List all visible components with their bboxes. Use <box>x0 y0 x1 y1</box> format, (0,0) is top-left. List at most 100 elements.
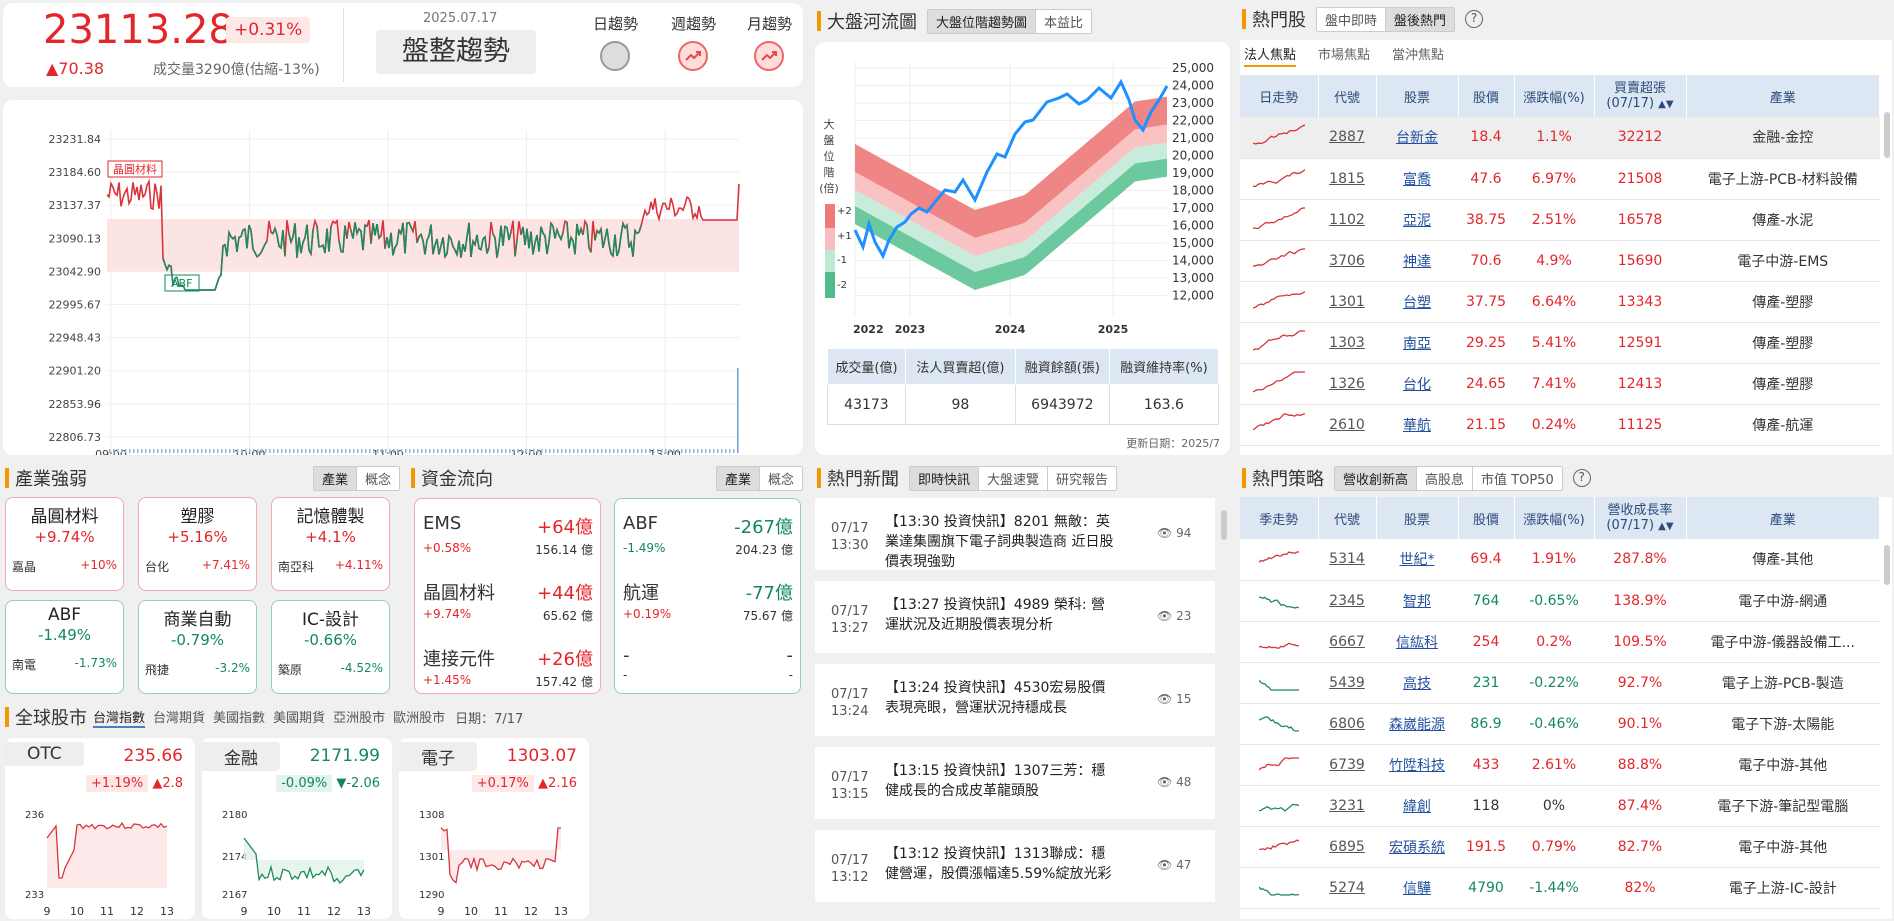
global-tab[interactable]: 亞洲股市 <box>333 707 385 728</box>
leader-stock[interactable]: 南電 <box>12 656 36 673</box>
leader-stock[interactable]: 築原 <box>278 661 302 678</box>
sort-icon[interactable]: ▲▼ <box>1658 521 1673 532</box>
news-headline[interactable]: 【13:24 投資快訊】4530宏易股價表現亮眼，營運狀況持穩成長 <box>885 678 1115 718</box>
tab-news-market[interactable]: 大盤速覽 <box>978 466 1048 490</box>
stock-code[interactable]: 1102 <box>1318 199 1376 241</box>
news-headline[interactable]: 【13:30 投資快訊】8201 無敵：英業達集團旗下電子詞典製造商 近日股價表… <box>885 512 1115 572</box>
stock-name[interactable]: 信驊 <box>1376 867 1458 909</box>
stock-name[interactable]: 宏碩系統 <box>1376 826 1458 868</box>
stock-code[interactable]: 5274 <box>1318 867 1376 909</box>
table-row[interactable]: 1326 台化 24.65 7.41% 12413 傳產-塑膠 <box>1240 363 1880 405</box>
tab-river-pe[interactable]: 本益比 <box>1035 9 1092 33</box>
stock-code[interactable]: 6895 <box>1318 826 1376 868</box>
global-index-card[interactable]: OTC 235.66 +1.19% ▲2.8 236 233 9 10 11 12 13 <box>5 738 195 919</box>
stock-name[interactable]: 神達 <box>1376 240 1458 282</box>
stock-name[interactable]: 緯創 <box>1376 785 1458 827</box>
subtab-institution[interactable]: 法人焦點 <box>1244 44 1297 67</box>
stock-name[interactable]: 信紘科 <box>1376 621 1458 663</box>
table-row[interactable]: 5274 信驊 4790 -1.44% 82% 電子上游-IC-設計 <box>1240 867 1880 909</box>
help-icon[interactable]: ? <box>1572 469 1591 487</box>
stock-name[interactable]: 世紀* <box>1376 539 1458 581</box>
industry-card[interactable]: 商業自動 -0.79% 飛捷 -3.2% <box>138 600 257 694</box>
table-row[interactable]: 2345 智邦 764 -0.65% 138.9% 電子中游-網通 <box>1240 580 1880 622</box>
table-row[interactable]: 6739 竹陞科技 433 2.61% 88.8% 電子中游-其他 <box>1240 744 1880 786</box>
table-row[interactable]: 3231 緯創 118 0% 87.4% 電子下游-筆記型電腦 <box>1240 785 1880 827</box>
stock-code[interactable]: 6806 <box>1318 703 1376 745</box>
industry-card[interactable]: ABF -1.49% 南電 -1.73% <box>5 600 124 694</box>
table-row[interactable]: 6667 信紘科 254 0.2% 109.5% 電子中游-儀器設備工... <box>1240 621 1880 663</box>
stock-code[interactable]: 1326 <box>1318 363 1376 405</box>
stock-name[interactable]: 亞泥 <box>1376 199 1458 241</box>
stock-code[interactable]: 3231 <box>1318 785 1376 827</box>
fund-item[interactable]: 連接元件 +26億 +1.45% 157.42 億 <box>423 645 593 690</box>
fund-item[interactable]: ABF -267億 -1.49% 204.23 億 <box>623 513 793 558</box>
stock-code[interactable]: 1301 <box>1318 281 1376 323</box>
table-row[interactable]: 6806 森崴能源 86.9 -0.46% 90.1% 電子下游-太陽能 <box>1240 703 1880 745</box>
stock-code[interactable]: 5439 <box>1318 662 1376 704</box>
stock-name[interactable]: 台新金 <box>1376 117 1458 159</box>
table-row[interactable]: 2610 華航 21.15 0.24% 11125 傳產-航運 <box>1240 404 1880 446</box>
stock-name[interactable]: 台塑 <box>1376 281 1458 323</box>
table-row[interactable]: 6895 宏碩系統 191.5 0.79% 82.7% 電子中游-其他 <box>1240 826 1880 868</box>
industry-card[interactable]: 記憶體製 +4.1% 南亞科 +4.11% <box>271 497 390 591</box>
subtab-daytrade[interactable]: 當沖焦點 <box>1392 44 1444 67</box>
stock-name[interactable]: 南亞 <box>1376 322 1458 364</box>
leader-stock[interactable]: 南亞科 <box>278 558 314 575</box>
scrollbar-thumb[interactable] <box>1884 112 1890 158</box>
tab-high-dividend[interactable]: 高股息 <box>1416 466 1473 490</box>
news-headline[interactable]: 【13:27 投資快訊】4989 榮科: 營運狀況及近期股價表現分析 <box>885 595 1115 635</box>
global-index-card[interactable]: 電子 1303.07 +0.17% ▲2.16 1308 1301 1290 9 10 11 12… <box>399 738 589 919</box>
table-row[interactable]: 1303 南亞 29.25 5.41% 12591 傳產-塑膠 <box>1240 322 1880 364</box>
news-item[interactable]: 07/17 13:27 【13:27 投資快訊】4989 榮科: 營運狀況及近期股價… <box>815 581 1215 659</box>
col-net-buy[interactable]: 買賣超張 (07/17) ▲▼ <box>1594 75 1687 117</box>
weekly-trend-up-icon[interactable] <box>678 41 708 71</box>
tab-fund-concept[interactable]: 概念 <box>758 466 802 490</box>
tab-fund-industry[interactable]: 產業 <box>716 466 759 490</box>
sort-icon[interactable]: ▲▼ <box>1658 99 1673 110</box>
news-item[interactable]: 07/17 13:12 【13:12 投資快訊】1313聯成：穩健營運，股價漲幅達5… <box>815 830 1215 908</box>
table-row[interactable]: 3706 神達 70.6 4.9% 15690 電子中游-EMS <box>1240 240 1880 282</box>
global-tab[interactable]: 美國指數 <box>213 707 265 728</box>
table-row[interactable]: 2887 台新金 18.4 1.1% 32212 金融-金控 <box>1240 117 1880 159</box>
leader-stock[interactable]: 台化 <box>145 558 169 575</box>
subtab-market[interactable]: 市場焦點 <box>1318 44 1370 67</box>
tab-industry[interactable]: 產業 <box>313 466 356 490</box>
stock-code[interactable]: 2887 <box>1318 117 1376 159</box>
global-tab[interactable]: 台灣指數 <box>93 707 146 728</box>
industry-card[interactable]: IC-設計 -0.66% 築原 -4.52% <box>271 600 390 694</box>
col-growth[interactable]: 營收成長率 (07/17) ▲▼ <box>1594 497 1687 539</box>
stock-name[interactable]: 智邦 <box>1376 580 1458 622</box>
global-tab[interactable]: 台灣期貨 <box>153 707 205 728</box>
table-row[interactable]: 1102 亞泥 38.75 2.51% 16578 傳產-水泥 <box>1240 199 1880 241</box>
help-icon[interactable]: ? <box>1465 10 1484 28</box>
tab-top50[interactable]: 市值 TOP50 <box>1472 466 1562 490</box>
stock-name[interactable]: 竹陞科技 <box>1376 744 1458 786</box>
stock-code[interactable]: 1303 <box>1318 322 1376 364</box>
news-headline[interactable]: 【13:12 投資快訊】1313聯成：穩健營運，股價漲幅達5.59%綻放光彩 <box>885 844 1115 884</box>
stock-code[interactable]: 6739 <box>1318 744 1376 786</box>
tab-revenue-high[interactable]: 營收創新高 <box>1335 466 1417 490</box>
fund-item[interactable]: - - - - <box>623 645 793 682</box>
news-item[interactable]: 07/17 13:15 【13:15 投資快訊】1307三芳：穩健成長的合成皮革龍頭… <box>815 747 1215 825</box>
monthly-trend-up-icon[interactable] <box>754 41 784 71</box>
stock-name[interactable]: 森崴能源 <box>1376 703 1458 745</box>
news-item[interactable]: 07/17 13:30 【13:30 投資快訊】8201 無敵：英業達集團旗下電子詞… <box>815 498 1215 576</box>
scrollbar-thumb[interactable] <box>1884 545 1890 585</box>
stock-name[interactable]: 華航 <box>1376 404 1458 446</box>
news-scrollbar-thumb[interactable] <box>1221 510 1227 540</box>
tab-news-research[interactable]: 研究報告 <box>1047 466 1117 490</box>
stock-code[interactable]: 1815 <box>1318 158 1376 200</box>
table-row[interactable]: 1815 富喬 47.6 6.97% 21508 電子上游-PCB-材料設備 <box>1240 158 1880 200</box>
fund-item[interactable]: 航運 -77億 +0.19% 75.67 億 <box>623 579 793 624</box>
stock-code[interactable]: 5314 <box>1318 539 1376 581</box>
industry-card[interactable]: 晶圓材料 +9.74% 嘉晶 +10% <box>5 497 124 591</box>
table-row[interactable]: 1301 台塑 37.75 6.64% 13343 傳產-塑膠 <box>1240 281 1880 323</box>
fund-item[interactable]: EMS +64億 +0.58% 156.14 億 <box>423 513 593 558</box>
tab-intraday[interactable]: 盤中即時 <box>1317 7 1386 31</box>
stock-code[interactable]: 3706 <box>1318 240 1376 282</box>
stock-name[interactable]: 台化 <box>1376 363 1458 405</box>
news-item[interactable]: 07/17 13:24 【13:24 投資快訊】4530宏易股價表現亮眼，營運狀況持… <box>815 664 1215 742</box>
stock-name[interactable]: 高技 <box>1376 662 1458 704</box>
global-tab[interactable]: 歐洲股市 <box>393 707 445 728</box>
stock-code[interactable]: 6667 <box>1318 621 1376 663</box>
